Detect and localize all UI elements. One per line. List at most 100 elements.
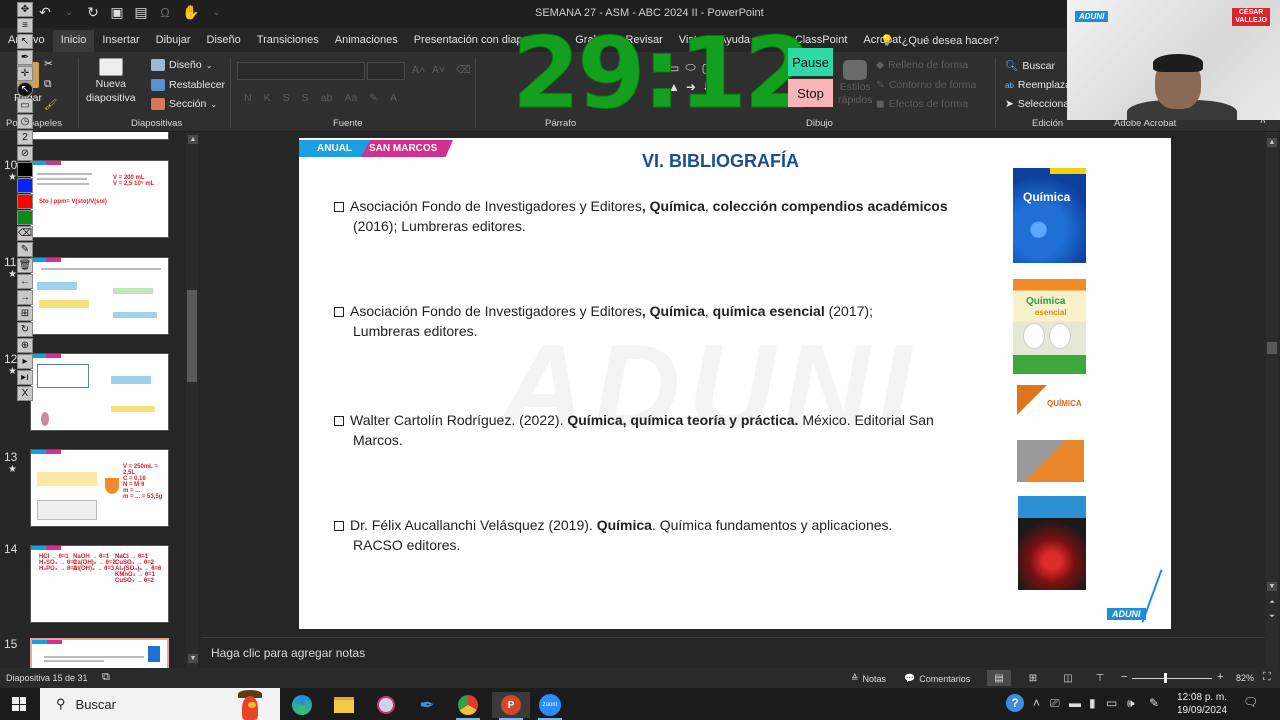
zoom-app-icon[interactable]: zoom	[534, 692, 566, 720]
slide-thumbnail-10[interactable]: Sto | ppm= V(sto)/V(sol) V = 200 mL V = 2…	[30, 160, 169, 238]
fit-to-window-button[interactable]: ⛶	[1263, 671, 1271, 684]
highlighter-icon[interactable]: ✎	[17, 242, 33, 257]
slide-thumbnail-11[interactable]	[30, 257, 169, 335]
scroll-down-button[interactable]: ▼	[1267, 582, 1277, 591]
microphone-icon[interactable]: ▮	[1089, 696, 1096, 710]
scroll-down-button[interactable]: ▼	[188, 654, 198, 663]
network-icon[interactable]: ▭	[1106, 696, 1117, 710]
timer-stop-button[interactable]: Stop	[788, 79, 833, 107]
next-slide-button[interactable]: ⏷	[1267, 612, 1277, 621]
notes-pane[interactable]: Haga clic para agregar notas	[201, 637, 1265, 668]
touch-mode-icon[interactable]: ✋	[182, 4, 199, 21]
powerpoint-icon[interactable]: P	[492, 692, 530, 720]
slide-sorter-button[interactable]: ⊞	[1021, 670, 1045, 686]
quick-styles-button[interactable]: Estilos rápidos	[838, 60, 872, 106]
window-icon[interactable]: ▭	[17, 98, 33, 113]
play-icon[interactable]: ▸	[17, 354, 33, 369]
snipping-tool-icon[interactable]	[370, 692, 402, 718]
scroll-up-button[interactable]: ▲	[188, 135, 198, 144]
page-2-icon[interactable]: 2	[17, 130, 33, 145]
rotate-icon[interactable]: ↻	[17, 322, 33, 337]
slide-thumbnail-13[interactable]: V = 250mL = 2,5L C = 0,16 N = M·θ m = ... m …	[30, 449, 169, 527]
shape-effects-button[interactable]: ◼ Efectos de forma	[876, 98, 968, 110]
zoom-out-button[interactable]: −	[1121, 671, 1127, 683]
slide-thumbnail-12[interactable]	[30, 353, 169, 431]
slideshow-from-start-icon[interactable]: ▣	[110, 4, 124, 21]
grid-icon[interactable]: ⊞	[17, 306, 33, 321]
previous-slide-button[interactable]: ⏶	[1267, 598, 1277, 607]
undo-dropdown-icon[interactable]: ⌄	[62, 7, 76, 18]
tab-diseño[interactable]: Diseño	[199, 30, 249, 52]
comments-button[interactable]: 💬 Comentarios	[904, 673, 970, 684]
pen-icon[interactable]: ✒	[17, 50, 33, 65]
battery-icon[interactable]: ▬	[1069, 696, 1081, 710]
undo-icon[interactable]: ↶	[38, 4, 52, 21]
timer-pause-button[interactable]: Pause	[788, 48, 833, 76]
new-slide-button[interactable]: Nueva diapositiva	[86, 58, 136, 104]
grow-font-button[interactable]: A˄	[412, 64, 425, 76]
case-button[interactable]: Aa	[344, 92, 357, 104]
camera-icon[interactable]: ⎚	[1050, 696, 1060, 711]
file-explorer-icon[interactable]	[328, 692, 360, 718]
underline-button[interactable]: S	[283, 92, 290, 104]
font-color-button[interactable]: A	[390, 92, 397, 104]
system-clock[interactable]: 12:08 p. m. 19/09/2024	[1177, 691, 1227, 717]
eraser-icon[interactable]: ⌫	[17, 226, 33, 241]
symbol-icon[interactable]: Ω	[158, 5, 172, 20]
font-size-input[interactable]	[367, 62, 405, 80]
zoom-move-icon[interactable]: ✛	[17, 66, 33, 81]
tab-animaciones[interactable]: Animaciones	[327, 30, 406, 52]
cursor-icon[interactable]: ↖	[17, 82, 33, 97]
customize-icon[interactable]: ⌄	[209, 7, 223, 18]
reference-1[interactable]: Asociación Fondo de Investigadores y Edi…	[334, 196, 994, 236]
highlight-button[interactable]: ✎	[369, 92, 378, 104]
normal-view-button[interactable]: ▤	[987, 670, 1011, 686]
slideshow-button[interactable]: ⊤	[1088, 670, 1112, 686]
compass-icon[interactable]: ⊘	[17, 146, 33, 161]
volume-icon[interactable]: 🕪	[1127, 696, 1135, 711]
strikethrough-button[interactable]: S	[302, 92, 309, 104]
color-green[interactable]	[17, 210, 33, 225]
pointer-icon[interactable]: ↖	[17, 34, 33, 49]
move-icon[interactable]: ✥	[17, 2, 33, 17]
section-button[interactable]: Sección ⌄	[151, 98, 217, 110]
play-one-icon[interactable]: ▸ı	[17, 370, 33, 385]
clear-format-button[interactable]: ⌫	[456, 64, 471, 76]
italic-button[interactable]: K	[264, 92, 271, 104]
zoom-slider-track[interactable]	[1132, 678, 1212, 679]
slide-scrollbar[interactable]: ▲ ▼ ⏶ ⏷	[1265, 132, 1279, 668]
reference-2[interactable]: Asociación Fondo de Investigadores y Edi…	[334, 301, 959, 341]
zoom-in-button[interactable]: +	[1217, 671, 1223, 683]
zoom-percent[interactable]: 82%	[1236, 673, 1254, 683]
shrink-font-button[interactable]: A˅	[432, 64, 445, 76]
shape-outline-button[interactable]: ✎ Contorno de forma	[876, 79, 976, 91]
close-icon[interactable]: X	[17, 386, 33, 401]
trash-icon[interactable]: 🗑	[17, 258, 33, 273]
color-red[interactable]	[17, 194, 33, 209]
arrow-right-icon[interactable]: →	[17, 290, 33, 305]
thumbnail-scrollbar[interactable]: ▲ ▼	[186, 132, 198, 668]
chrome-icon[interactable]	[452, 692, 484, 720]
scrollbar-thumb[interactable]	[1267, 342, 1277, 354]
layout-button[interactable]: Diseño ⌄	[151, 59, 212, 71]
slide-thumbnail-9[interactable]	[30, 132, 169, 140]
windows-start-icon[interactable]	[12, 697, 26, 711]
scrollbar-thumb[interactable]	[187, 290, 197, 382]
replace-button[interactable]: ab Reemplazar	[1005, 79, 1075, 91]
find-button[interactable]: 🔍︎ Buscar	[1005, 59, 1055, 73]
bold-button[interactable]: N	[244, 92, 252, 104]
edge-icon[interactable]	[286, 692, 318, 718]
redo-icon[interactable]: ↻	[86, 4, 100, 21]
show-hidden-icons-button[interactable]: ˄	[1033, 696, 1040, 710]
notifications-icon[interactable]: 🗨	[1243, 695, 1258, 709]
menu-icon[interactable]: ≡	[17, 18, 33, 33]
tab-transiciones[interactable]: Transiciones	[249, 30, 327, 52]
copy-button[interactable]: ⧉	[44, 78, 52, 91]
color-black[interactable]	[17, 162, 33, 177]
zoom-slider-handle[interactable]	[1164, 673, 1167, 683]
scroll-up-button[interactable]: ▲	[1267, 138, 1277, 147]
slide-thumbnail-15[interactable]	[30, 638, 169, 668]
shape-fill-button[interactable]: ◆ Relleno de forma	[876, 59, 968, 71]
color-blue[interactable]	[17, 178, 33, 193]
reading-view-button[interactable]: ◫	[1056, 670, 1080, 686]
